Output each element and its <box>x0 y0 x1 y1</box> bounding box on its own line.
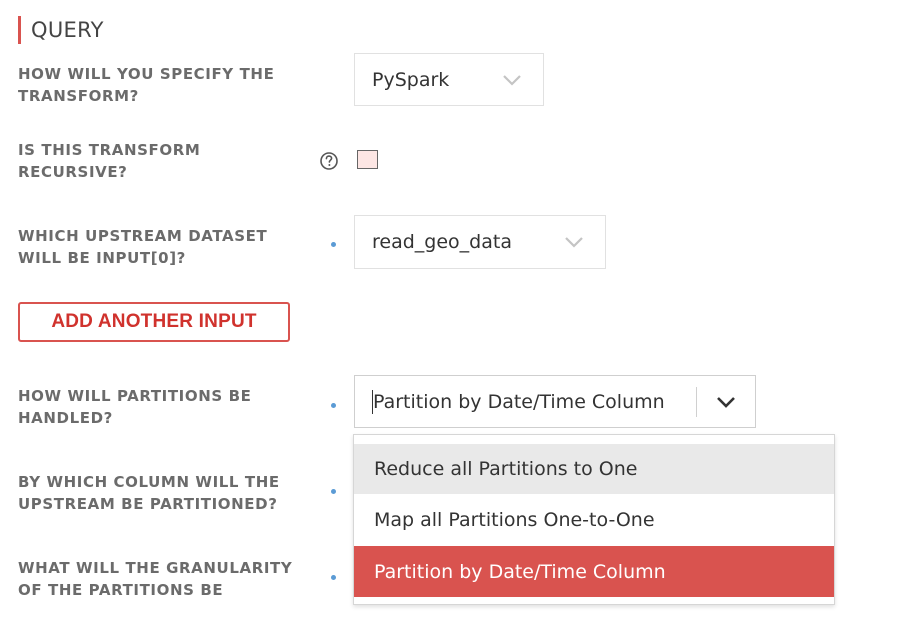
transform-spec-label: HOW WILL YOU SPECIFY THE TRANSFORM? <box>18 65 275 105</box>
required-dot-icon <box>331 403 336 408</box>
granularity-label: WHAT WILL THE GRANULARITY OF THE PARTITI… <box>18 559 293 599</box>
recursive-label: IS THIS TRANSFORM RECURSIVE? <box>18 141 201 181</box>
upstream-input-label: WHICH UPSTREAM DATASET WILL BE INPUT[0]? <box>18 227 268 267</box>
chevron-down-icon[interactable] <box>697 396 755 408</box>
upstream-input-value: read_geo_data <box>372 231 512 253</box>
question-circle-icon[interactable] <box>319 151 339 171</box>
section-accent-bar <box>18 16 21 44</box>
partition-column-label: BY WHICH COLUMN WILL THE UPSTREAM BE PAR… <box>18 473 280 513</box>
menu-option-partition-by-date[interactable]: Partition by Date/Time Column <box>354 546 834 597</box>
required-dot-icon <box>331 489 336 494</box>
section-header: QUERY <box>18 16 104 44</box>
section-title: QUERY <box>31 18 104 42</box>
transform-spec-select[interactable]: PySpark <box>354 53 544 106</box>
recursive-checkbox[interactable] <box>357 150 378 169</box>
partitions-value: Partition by Date/Time Column <box>373 390 665 413</box>
transform-form: QUERY HOW WILL YOU SPECIFY THE TRANSFORM… <box>0 0 918 624</box>
add-another-input-button[interactable]: ADD ANOTHER INPUT <box>18 302 290 342</box>
menu-option-reduce-all[interactable]: Reduce all Partitions to One <box>354 444 834 494</box>
required-dot-icon <box>331 242 336 247</box>
upstream-input-select[interactable]: read_geo_data <box>354 215 606 269</box>
chevron-down-icon <box>543 236 605 248</box>
transform-spec-value: PySpark <box>372 68 450 91</box>
partitions-select[interactable]: Partition by Date/Time Column <box>354 375 756 428</box>
required-dot-icon <box>331 575 336 580</box>
partitions-dropdown-menu: Reduce all Partitions to One Map all Par… <box>353 434 835 605</box>
partitions-label: HOW WILL PARTITIONS BE HANDLED? <box>18 387 252 427</box>
menu-option-map-all[interactable]: Map all Partitions One-to-One <box>354 494 834 546</box>
chevron-down-icon <box>481 74 543 86</box>
